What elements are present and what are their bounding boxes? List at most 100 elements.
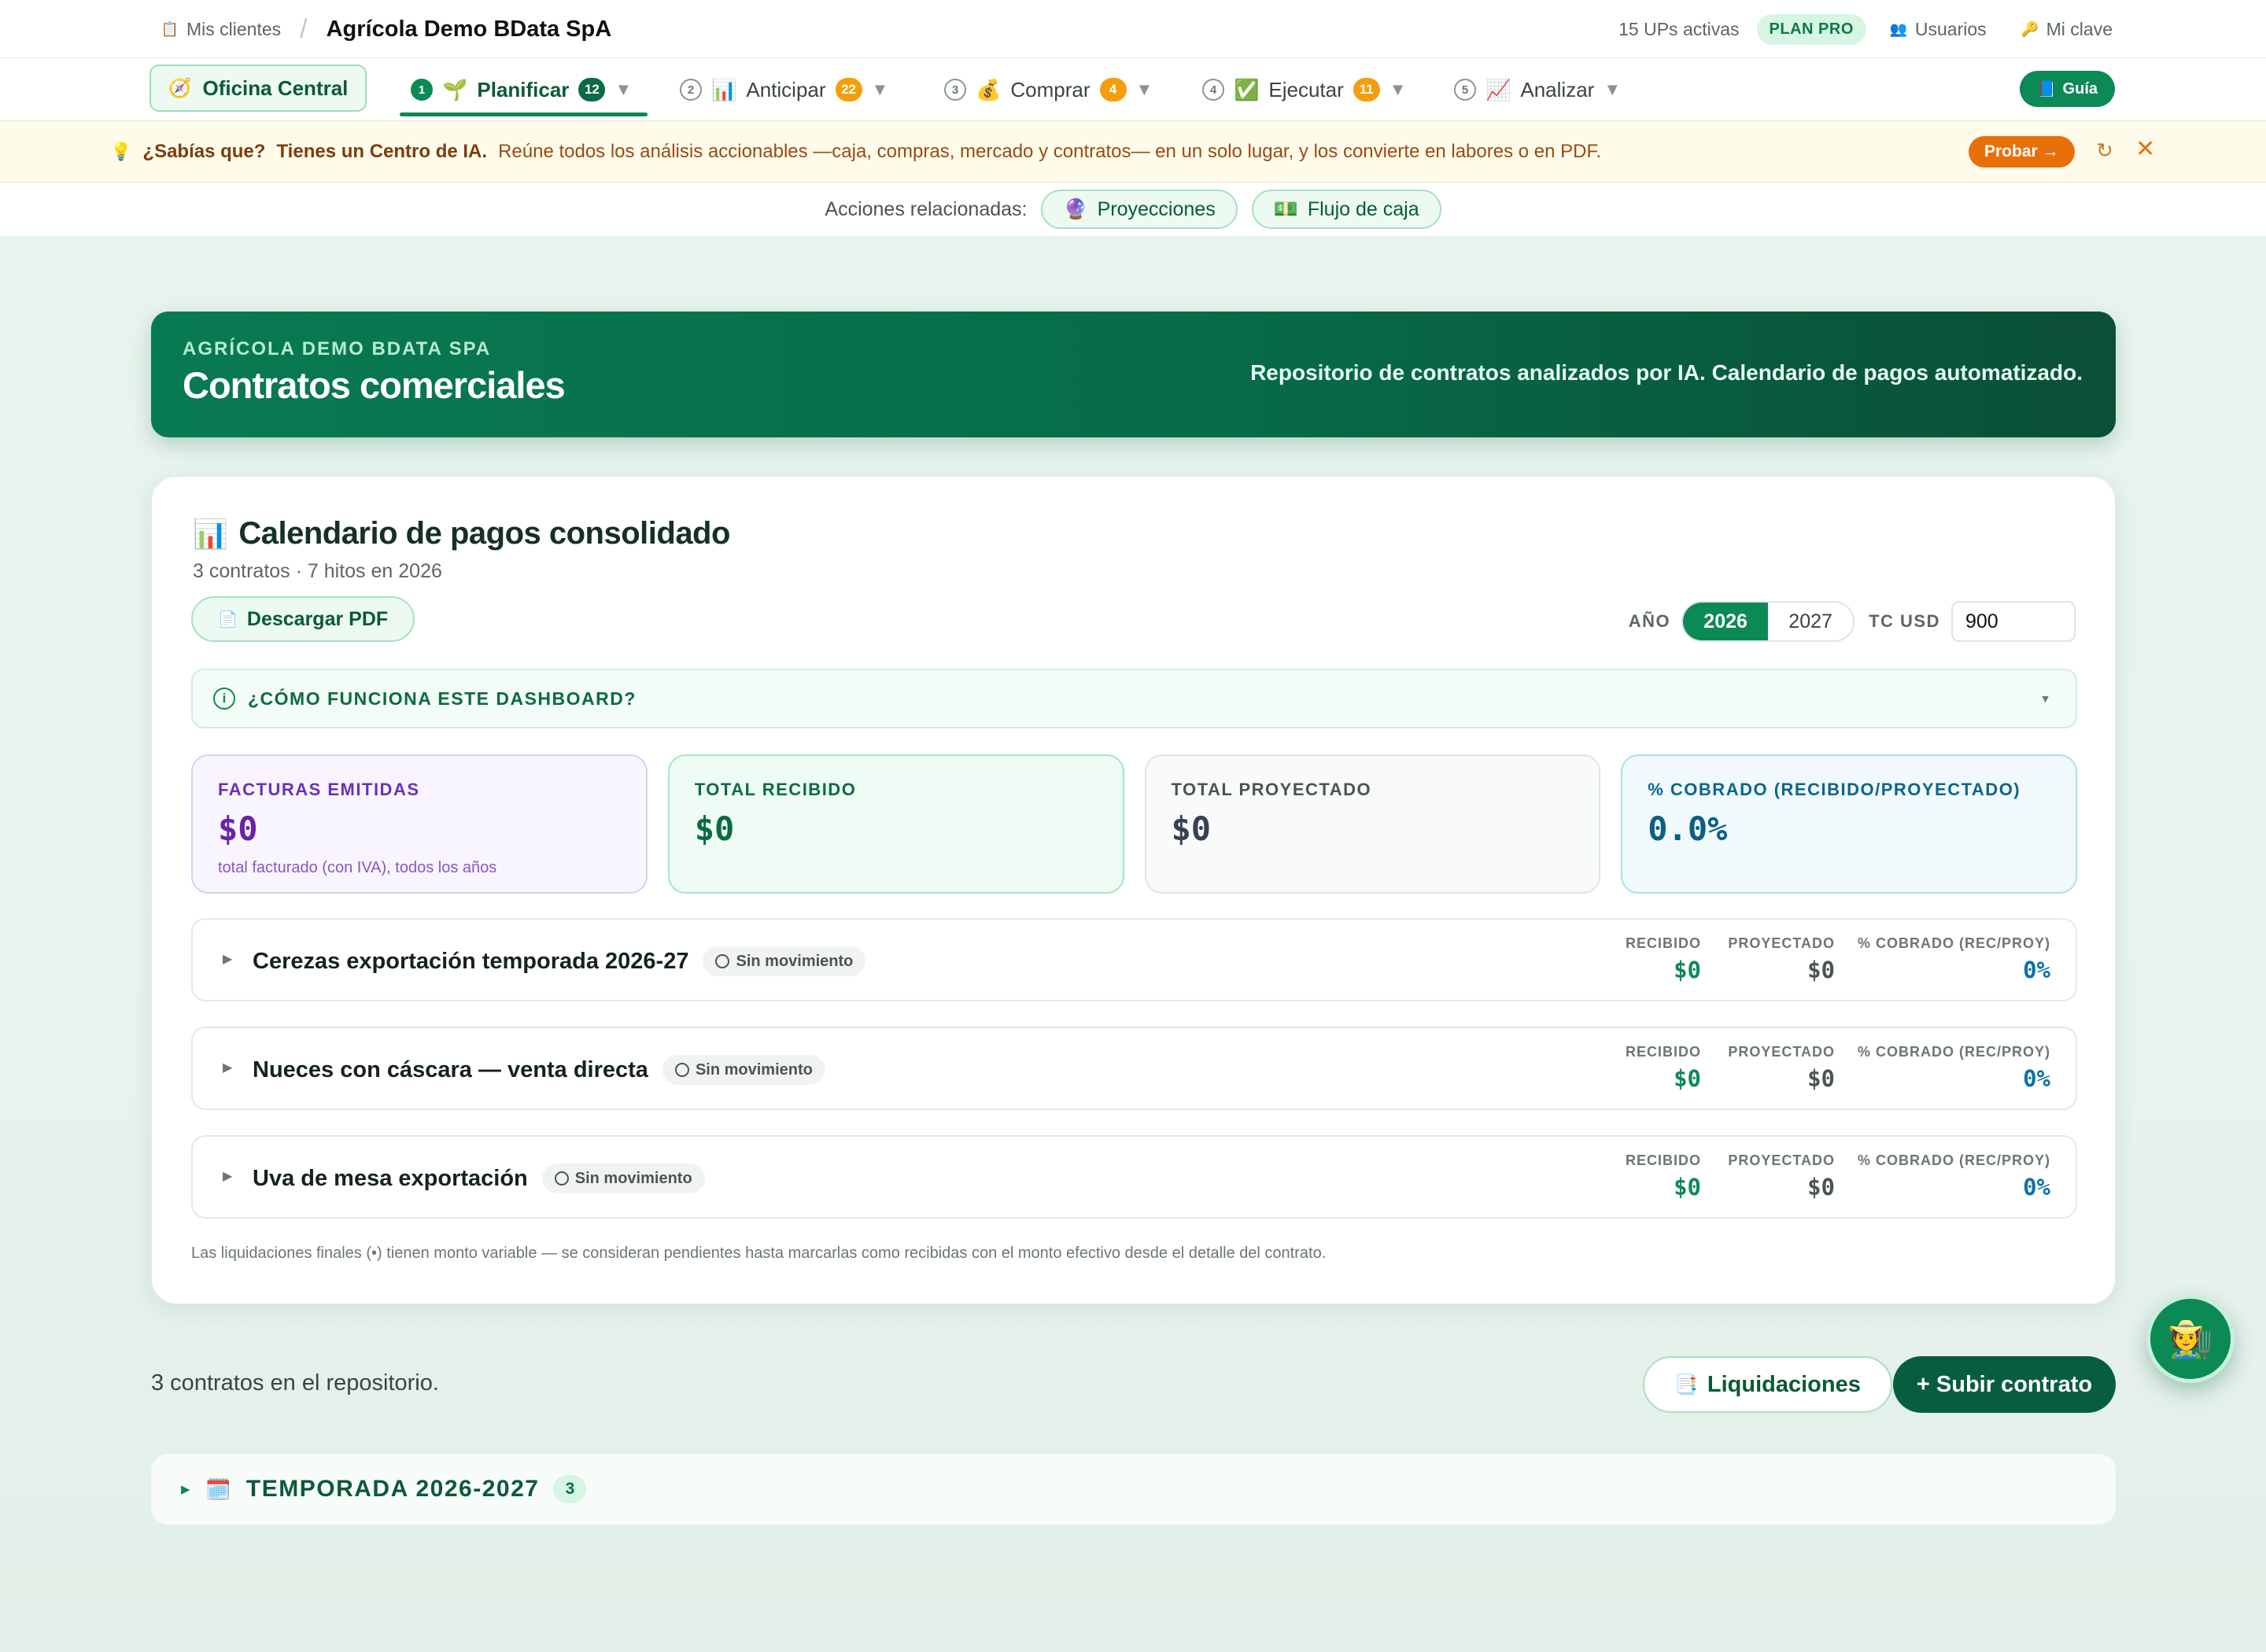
metric-projected: PROYECTADO $0 (1728, 1152, 1835, 1200)
nav-label: Analizar (1520, 77, 1595, 101)
chevron-down-icon: ▼ (614, 79, 633, 99)
clock-icon (674, 1063, 689, 1077)
download-pdf-button[interactable]: 📄 Descargar PDF (191, 596, 415, 642)
trend-chart-icon: 📈 (1485, 77, 1511, 101)
upload-contract-button[interactable]: + Subir contrato (1893, 1356, 2116, 1413)
metric-label: PROYECTADO (1728, 1152, 1835, 1168)
count-badge: 12 (578, 78, 606, 101)
try-button[interactable]: Probar → (1969, 136, 2075, 168)
kpi-label: TOTAL RECIBIDO (694, 780, 857, 799)
oficina-central-button[interactable]: 🧭 Oficina Central (149, 65, 367, 112)
metric-received: RECIBIDO $0 (1626, 1044, 1701, 1092)
metric-projected: PROYECTADO $0 (1728, 1044, 1835, 1092)
main-nav: 🧭 Oficina Central 1 🌱 Planificar 12 ▼ 2 … (0, 58, 2266, 121)
metric-value: 0% (2023, 957, 2050, 983)
expand-triangle-icon[interactable]: ▶ (223, 1168, 232, 1184)
metric-collected: % COBRADO (REC/PROY) 0% (1858, 935, 2050, 983)
nav-anticipar[interactable]: 2 📊 Anticipar 22 ▼ (680, 58, 888, 121)
kpi-value: $0 (694, 809, 735, 848)
nav-analizar[interactable]: 5 📈 Analizar ▼ (1454, 58, 1621, 121)
status-badge: Sin movimiento (703, 946, 866, 976)
kpi-label: % COBRADO (RECIBIDO/PROYECTADO) (1648, 780, 2021, 799)
projections-chip[interactable]: 🔮 Proyecciones (1041, 190, 1238, 229)
users-link[interactable]: 👥 Usuarios (1890, 19, 1987, 40)
liquidaciones-button[interactable]: 📑 Liquidaciones (1643, 1356, 1892, 1413)
nav-label: Anticipar (746, 77, 826, 101)
season-label: TEMPORADA 2026-2027 (245, 1476, 540, 1502)
status-text: Sin movimiento (695, 1060, 813, 1079)
kpi-received: TOTAL RECIBIDO $0 (667, 754, 1124, 894)
how-it-works-toggle[interactable]: i ¿CÓMO FUNCIONA ESTE DASHBOARD? ▼ (191, 669, 2077, 728)
year-controls: AÑO 2026 2027 TC USD (1629, 601, 2076, 642)
year-option-2026[interactable]: 2026 (1683, 603, 1769, 640)
count-badge: 22 (835, 78, 862, 101)
related-label: Acciones relacionadas: (825, 197, 1028, 220)
tc-usd-input[interactable] (1951, 601, 2076, 642)
metric-value: $0 (1674, 1174, 1701, 1200)
metric-value: $0 (1807, 957, 1835, 983)
kpi-invoices: FACTURAS EMITIDAS $0 total facturado (co… (191, 754, 648, 894)
tip-headline: Tienes un Centro de IA. (276, 141, 488, 162)
nav-ejecutar[interactable]: 4 ✅ Ejecutar 11 ▼ (1202, 58, 1407, 121)
contract-row[interactable]: ▶ Uva de mesa exportación Sin movimiento… (191, 1135, 2077, 1219)
company-name: Agrícola Demo BData SpA (326, 16, 612, 42)
metric-label: % COBRADO (REC/PROY) (1857, 935, 2050, 951)
expand-triangle-icon[interactable]: ▶ (223, 1060, 232, 1075)
contract-name-wrap: Uva de mesa exportación Sin movimiento (253, 1163, 705, 1193)
season-group-toggle[interactable]: ▶ 🗓️ TEMPORADA 2026-2027 3 (151, 1454, 2116, 1525)
my-key-link[interactable]: 🔑 Mi clave (2021, 19, 2113, 40)
company-eyebrow: AGRÍCOLA DEMO BDATA SPA (183, 338, 492, 360)
contract-name: Cerezas exportación temporada 2026-27 (253, 948, 689, 974)
close-icon[interactable]: ✕ (2135, 135, 2155, 163)
contract-name: Nueces con cáscara — venta directa (253, 1056, 648, 1082)
nav-planificar[interactable]: 1 🌱 Planificar 12 ▼ (399, 58, 648, 121)
plan-badge: PLAN PRO (1756, 13, 1866, 45)
payment-calendar-card: 📊 Calendario de pagos consolidado 3 cont… (151, 476, 2116, 1304)
year-option-2027[interactable]: 2027 (1768, 603, 1853, 640)
kpi-row: FACTURAS EMITIDAS $0 total facturado (co… (191, 754, 2077, 894)
nav-comprar[interactable]: 3 💰 Comprar 4 ▼ (944, 58, 1153, 121)
guide-button[interactable]: 📘 Guía (2019, 71, 2115, 107)
oficina-central-label: Oficina Central (202, 76, 349, 100)
expand-triangle-icon[interactable]: ▶ (223, 951, 232, 967)
contract-row[interactable]: ▶ Cerezas exportación temporada 2026-27 … (191, 918, 2077, 1001)
seedling-icon: 🌱 (442, 77, 468, 101)
nav-label: Comprar (1010, 77, 1091, 101)
clients-link[interactable]: 📋 Mis clientes (161, 19, 281, 40)
metric-label: RECIBIDO (1625, 1044, 1701, 1060)
metric-label: RECIBIDO (1625, 935, 1701, 951)
calendar-subtitle: 3 contratos · 7 hitos en 2026 (193, 560, 442, 582)
assistant-fab-button[interactable]: 🧑‍🌾 (2146, 1295, 2235, 1383)
refresh-icon[interactable]: ↻ (2096, 138, 2113, 163)
cash-flow-chip[interactable]: 💵 Flujo de caja (1251, 190, 1441, 229)
my-key-label: Mi clave (2046, 18, 2113, 39)
nav-label: Planificar (477, 77, 570, 101)
farmer-icon: 🧑‍🌾 (2168, 1318, 2213, 1359)
metric-collected: % COBRADO (REC/PROY) 0% (1858, 1152, 2050, 1200)
calendar-icon: 🗓️ (205, 1477, 232, 1501)
related-actions: Acciones relacionadas: 🔮 Proyecciones 💵 … (0, 183, 2266, 236)
clock-icon (715, 954, 730, 968)
metric-projected: PROYECTADO $0 (1728, 935, 1835, 983)
metric-label: % COBRADO (REC/PROY) (1857, 1152, 2050, 1168)
page-header: AGRÍCOLA DEMO BDATA SPA Contratos comerc… (151, 312, 2116, 437)
contract-row[interactable]: ▶ Nueces con cáscara — venta directa Sin… (191, 1027, 2077, 1110)
check-box-icon: ✅ (1234, 77, 1260, 101)
kpi-label: TOTAL PROYECTADO (1171, 780, 1372, 799)
page-description: Repositorio de contratos analizados por … (1250, 360, 2083, 385)
users-icon: 👥 (1889, 20, 1908, 37)
expand-triangle-icon: ▶ (181, 1483, 192, 1496)
clipboard-icon: 📋 (161, 20, 179, 37)
repository-count: 3 contratos en el repositorio. (151, 1370, 439, 1396)
compass-icon: 🧭 (168, 77, 192, 99)
chevron-down-icon: ▼ (871, 79, 889, 99)
bar-chart-icon: 📊 (193, 517, 228, 550)
metric-label: % COBRADO (REC/PROY) (1857, 1044, 2050, 1060)
document-icon: 📑 (1674, 1374, 1698, 1396)
banknote-icon: 💵 (1273, 197, 1298, 220)
metric-value: $0 (1807, 1065, 1835, 1092)
kpi-projected: TOTAL PROYECTADO $0 (1144, 754, 1601, 894)
lightbulb-icon: 💡 (110, 142, 132, 161)
metric-received: RECIBIDO $0 (1626, 935, 1701, 983)
page-title: Contratos comerciales (183, 364, 566, 406)
